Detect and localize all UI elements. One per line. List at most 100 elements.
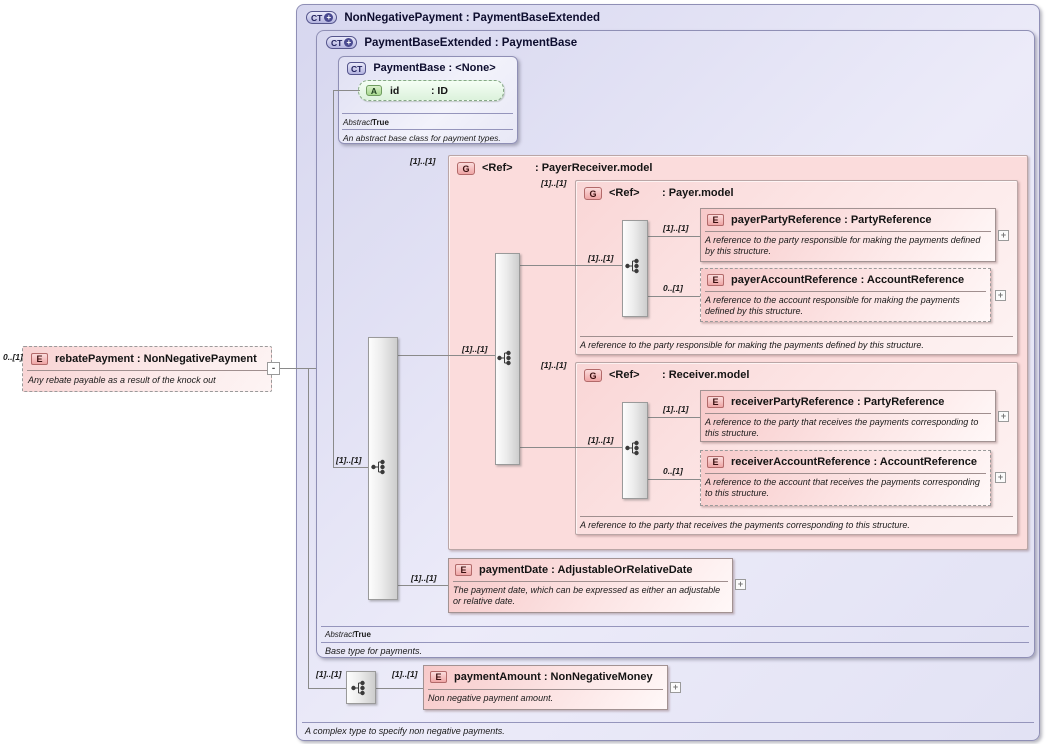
cardinality-label: 0..[1] [663,466,683,476]
connector-line [376,688,423,689]
element-header: E payerPartyReference : PartyReference [707,213,932,226]
schema-diagram: CT+ NonNegativePayment : PaymentBaseExte… [0,0,1047,744]
abstract-value: True [372,118,389,127]
group-type: : Receiver.model [662,369,749,381]
group-header: G <Ref> : Receiver.model [584,368,749,382]
element-icon: E [31,353,48,365]
cardinality-label: [1]..[1] [663,223,689,233]
element-description: A reference to the account that receives… [705,477,986,499]
cardinality-label: [1]..[1] [588,253,614,263]
group-header: G <Ref> : PayerReceiver.model [457,161,652,175]
abstract-label: Abstract [325,630,354,639]
divider [705,291,986,292]
group-icon: G [584,187,602,200]
group-type: : PayerReceiver.model [535,162,652,174]
cardinality-label: [1]..[1] [411,573,437,583]
element-title: receiverPartyReference : PartyReference [731,396,944,408]
complextype-header: CT+ NonNegativePayment : PaymentBaseExte… [306,10,600,25]
connector-line [398,355,495,356]
abstract-label: Abstract [343,118,372,127]
complextype-footer-text: An abstract base class for payment types… [343,133,515,144]
sequence-icon [625,439,640,457]
group-icon: G [457,162,475,175]
connector-line [333,90,334,467]
attribute-icon: A [366,85,382,96]
connector-line [648,479,700,480]
element-header: E rebatePayment : NonNegativePayment [31,352,257,365]
complextype-header: CT+ PaymentBaseExtended : PaymentBase [326,35,577,50]
element-box-receiverpartyreference[interactable]: E receiverPartyReference : PartyReferenc… [700,390,996,442]
element-icon: E [707,274,724,286]
element-box-receiveraccountreference[interactable]: E receiverAccountReference : AccountRefe… [700,450,991,506]
divider [342,129,513,130]
cardinality-label: [1]..[1] [588,435,614,445]
divider [321,626,1029,627]
element-box-paymentdate[interactable]: E paymentDate : AdjustableOrRelativeDate… [448,558,733,613]
element-box-payeraccountreference[interactable]: E payerAccountReference : AccountReferen… [700,268,991,322]
complextype-title: PaymentBase : <None> [373,62,495,74]
connector-line [648,236,700,237]
group-footer-text: A reference to the party that receives t… [580,520,1012,531]
cardinality-label: [1]..[1] [541,178,567,188]
element-icon: E [707,396,724,408]
expand-button-receiveraccountreference[interactable]: + [995,472,1006,483]
element-header: E paymentDate : AdjustableOrRelativeDate [455,563,693,576]
connector-line [648,417,700,418]
divider [705,413,991,414]
divider [453,581,728,582]
element-title: payerPartyReference : PartyReference [731,214,932,226]
group-name: <Ref> [609,187,655,199]
connector-line [520,447,622,448]
expand-button-payeraccountreference[interactable]: + [995,290,1006,301]
cardinality-label: [1]..[1] [316,669,342,679]
divider [580,336,1013,337]
expand-button-receiverpartyreference[interactable]: + [998,411,1009,422]
element-box-rebatepayment[interactable]: E rebatePayment : NonNegativePayment Any… [22,346,272,392]
collapse-button-rebatepayment[interactable]: - [267,362,280,375]
element-icon: E [707,456,724,468]
sequence-icon [371,458,386,476]
element-header: E receiverPartyReference : PartyReferenc… [707,395,944,408]
group-header: G <Ref> : Payer.model [584,186,734,200]
element-description: The payment date, which can be expressed… [453,585,727,607]
connector-line [520,265,622,266]
element-description: Non negative payment amount. [428,693,663,704]
element-header: E receiverAccountReference : AccountRefe… [707,455,977,468]
element-title: paymentAmount : NonNegativeMoney [454,671,653,683]
cardinality-label: [1]..[1] [336,455,362,465]
sequence-icon [351,679,366,697]
element-title: payerAccountReference : AccountReference [731,274,964,286]
divider [342,113,513,114]
divider [321,642,1029,643]
expand-button-paymentdate[interactable]: + [735,579,746,590]
cardinality-label: [1]..[1] [462,344,488,354]
complextype-title: PaymentBaseExtended : PaymentBase [364,37,577,49]
expand-button-payerpartyreference[interactable]: + [998,230,1009,241]
attribute-name: id [390,85,399,97]
complextype-footer-text: Base type for payments. [325,646,1025,657]
element-header: E paymentAmount : NonNegativeMoney [430,670,653,683]
element-icon: E [707,214,724,226]
sequence-icon [625,257,640,275]
element-title: rebatePayment : NonNegativePayment [55,353,257,365]
group-type: : Payer.model [662,187,734,199]
connector-line [333,90,360,91]
attribute-id[interactable]: A id : ID [358,80,504,101]
complextype-plus-icon: CT+ [306,11,337,24]
connector-line [333,467,368,468]
abstract-value: True [354,630,371,639]
element-box-payerpartyreference[interactable]: E payerPartyReference : PartyReference A… [700,208,996,262]
element-box-paymentamount[interactable]: E paymentAmount : NonNegativeMoney Non n… [423,665,668,710]
element-title: paymentDate : AdjustableOrRelativeDate [479,564,693,576]
cardinality-label: 0..[1] [3,352,23,362]
expand-button-paymentamount[interactable]: + [670,682,681,693]
divider [428,689,663,690]
connector-line [308,688,348,689]
element-description: A reference to the party that receives t… [705,417,991,439]
cardinality-label: 0..[1] [663,283,683,293]
complextype-plus-icon: CT+ [326,36,357,49]
complextype-title: NonNegativePayment : PaymentBaseExtended [344,12,600,24]
element-icon: E [455,564,472,576]
group-footer-text: A reference to the party responsible for… [580,340,1012,351]
divider [302,722,1034,723]
